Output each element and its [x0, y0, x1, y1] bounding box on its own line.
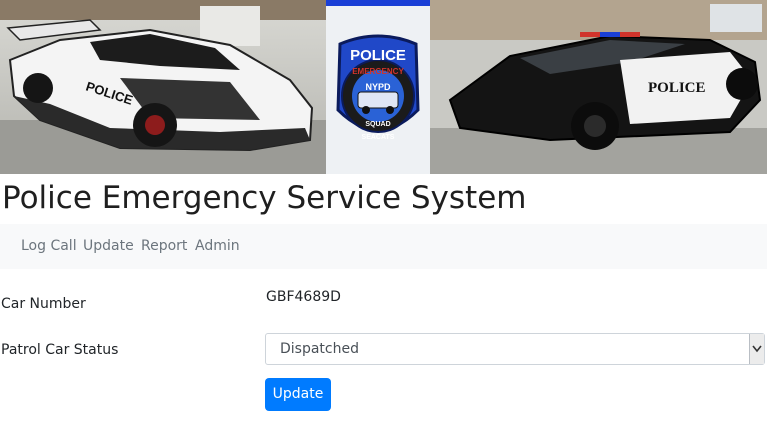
nav-report-link[interactable]: Report: [141, 224, 187, 269]
patrol-car-status-select[interactable]: Dispatched: [265, 333, 765, 365]
car-number-label: Car Number: [1, 296, 86, 312]
nav-log-call-link[interactable]: Log Call: [21, 224, 77, 269]
patrol-car-status-label: Patrol Car Status: [1, 342, 119, 358]
badge-bottom-text: SQUAD: [365, 121, 390, 128]
badge-footer-text: SEACATS: [362, 134, 395, 141]
update-button[interactable]: Update: [265, 378, 331, 411]
black-police-car-image: POLICE: [430, 0, 767, 174]
nav-admin-link[interactable]: Admin: [195, 224, 240, 269]
nav-update-link[interactable]: Update: [83, 224, 134, 269]
badge-top-text: POLICE: [350, 47, 406, 64]
white-police-car-image: POLICE: [0, 0, 326, 174]
police-badge-image: POLICE EMERGENCY NYPD SQUAD SEACATS: [326, 0, 430, 174]
badge-middle-text: EMERGENCY: [352, 67, 404, 76]
right-car-decal: POLICE: [648, 80, 706, 96]
status-selected-value: Dispatched: [280, 341, 359, 357]
main-nav: Log Call Update Report Admin: [0, 224, 767, 269]
car-number-value: GBF4689D: [266, 289, 341, 305]
chevron-down-icon[interactable]: [749, 334, 764, 364]
badge-center-text: NYPD: [365, 82, 391, 92]
page-title: Police Emergency Service System: [2, 180, 527, 216]
header-banner: POLICE POLICE EMERGENCY NYPD SQUAD SEACA…: [0, 0, 767, 174]
